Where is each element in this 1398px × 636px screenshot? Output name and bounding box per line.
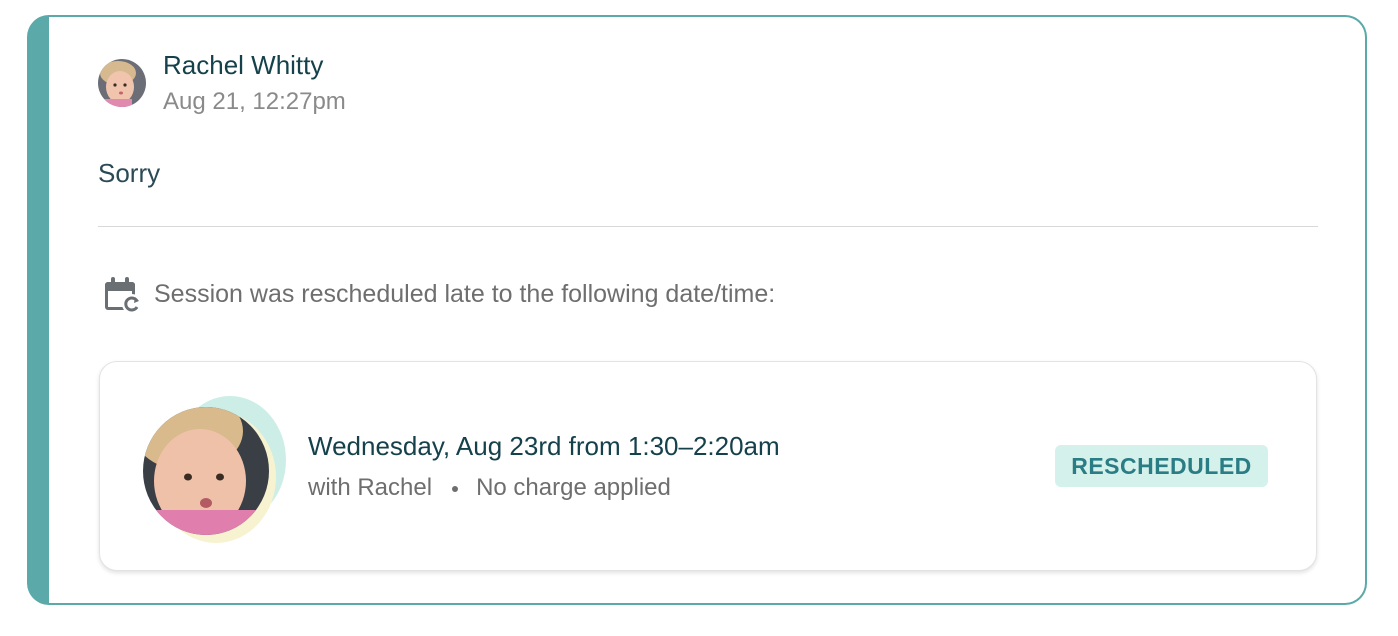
session-with: with Rachel <box>308 474 433 501</box>
session-avatar <box>140 395 286 545</box>
calendar-reschedule-icon <box>104 276 144 316</box>
session-meta: with Rachel No charge applied <box>308 474 671 502</box>
bullet-dot-icon <box>452 485 459 492</box>
reschedule-notice: Session was rescheduled late to the foll… <box>154 280 776 308</box>
status-badge: RESCHEDULED <box>1055 445 1268 487</box>
session-charge: No charge applied <box>476 474 671 501</box>
session-date-time: Wednesday, Aug 23rd from 1:30–2:20am <box>308 431 780 461</box>
sender-name: Rachel Whitty <box>163 50 324 80</box>
message-timestamp: Aug 21, 12:27pm <box>163 88 346 115</box>
avatar[interactable] <box>98 59 146 107</box>
message-body: Sorry <box>98 158 161 188</box>
divider <box>98 226 1318 227</box>
